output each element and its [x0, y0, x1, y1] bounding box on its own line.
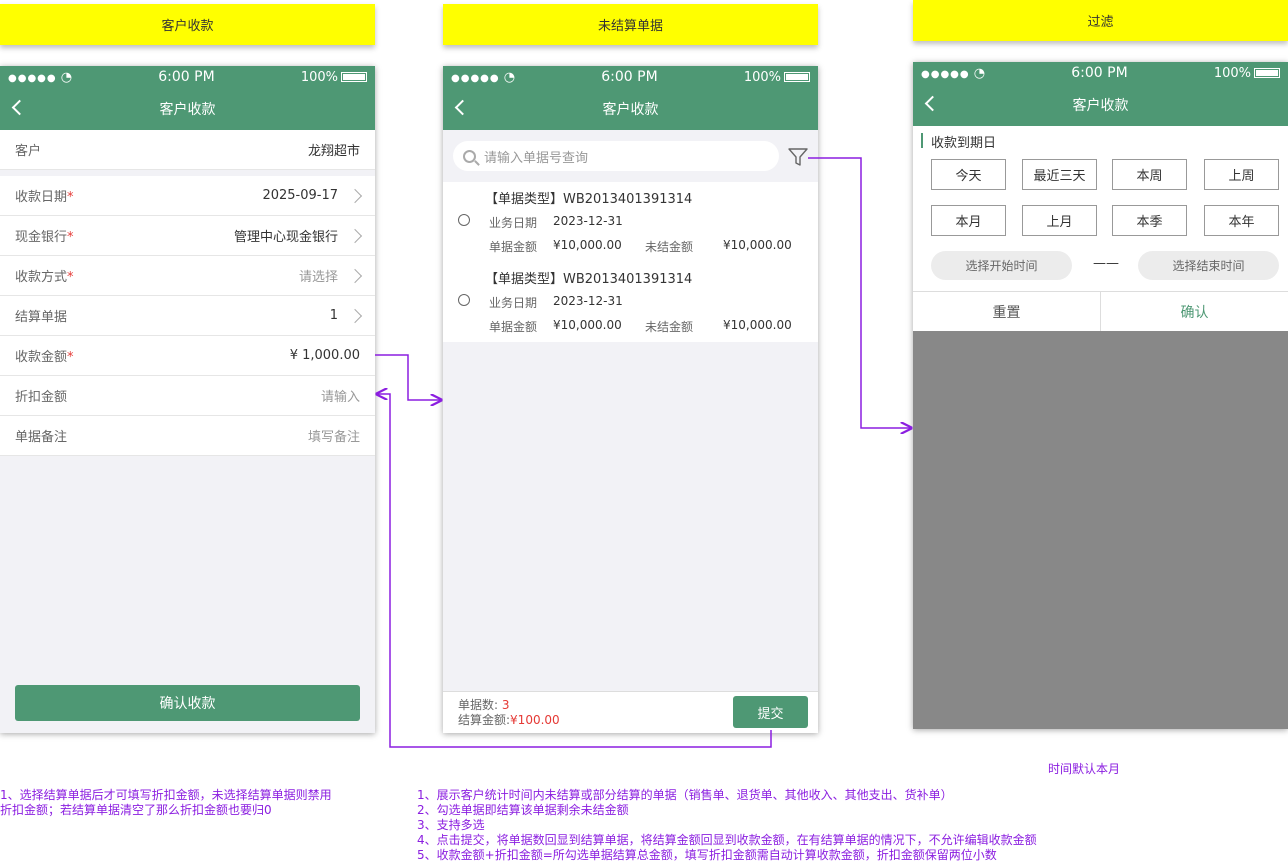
note-screen2: 1、展示客户统计时间内未结算或部分结算的单据（销售单、退货单、其他收入、其他支出… [417, 788, 1037, 863]
note-screen1: 1、选择结算单据后才可填写折扣金额，未选择结算单据则禁用 折扣金额；若结算单据清… [0, 788, 332, 818]
note-line: 4、点击提交，将单据数回显到结算单据，将结算金额回显到收款金额，在有结算单据的情… [417, 833, 1037, 847]
arrow-submit-to-discount [377, 394, 772, 748]
note-line: 折扣金额；若结算单据清空了那么折扣金额也要归0 [0, 803, 272, 817]
note-line: 1、展示客户统计时间内未结算或部分结算的单据（销售单、退货单、其他收入、其他支出… [417, 788, 953, 802]
note-line: 5、收款金额+折扣金额=所勾选单据结算总金额，填写折扣金额需自动计算收款金额，折… [417, 848, 997, 862]
note-line: 3、支持多选 [417, 818, 485, 832]
arrow-filter-to-panel [808, 157, 911, 428]
flow-arrows [375, 157, 1288, 748]
note-line: 1、选择结算单据后才可填写折扣金额，未选择结算单据则禁用 [0, 788, 332, 802]
note-line: 2、勾选单据即结算该单据剩余未结金额 [417, 803, 629, 817]
note-default-month: 时间默认本月 [1048, 762, 1121, 776]
